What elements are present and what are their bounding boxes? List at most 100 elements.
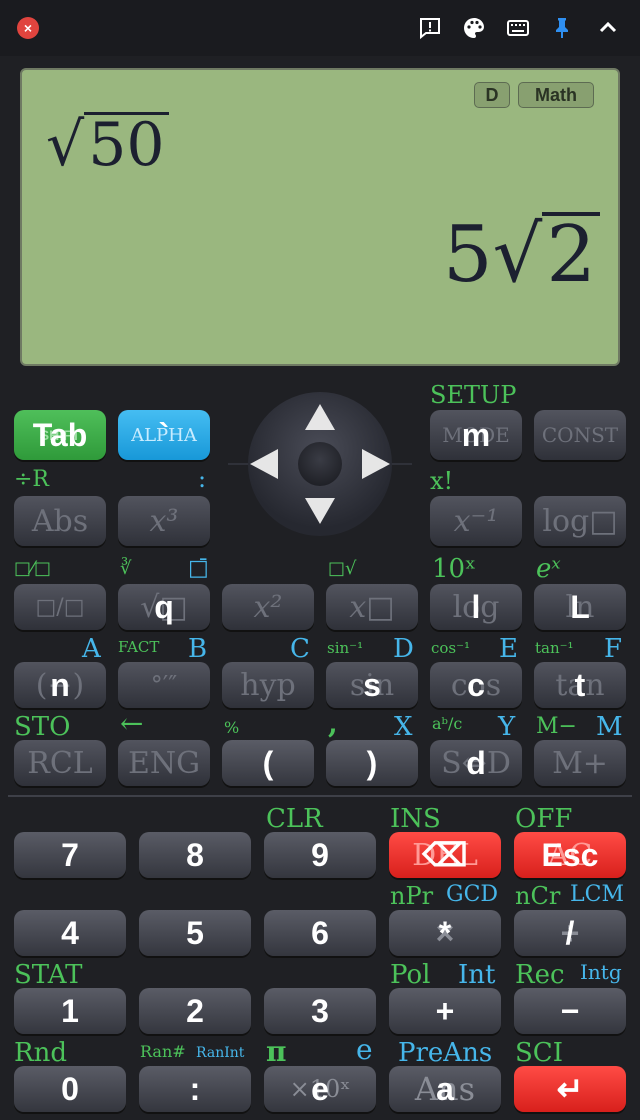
chevron-up-icon[interactable] — [594, 14, 622, 42]
label-left-arrow: ← — [120, 707, 144, 740]
exp-key[interactable]: ×10ˣ e — [264, 1066, 376, 1112]
power-key[interactable]: x□ — [326, 584, 418, 630]
label-D: D — [393, 634, 414, 664]
arrow-down-icon[interactable] — [305, 498, 335, 524]
key-8[interactable]: 8 — [139, 832, 251, 878]
right-paren-key[interactable]: ) — [326, 740, 418, 786]
log-key[interactable]: log l — [430, 584, 522, 630]
plus-key-label: + — [435, 992, 455, 1029]
rcl-key[interactable]: RCL — [14, 740, 106, 786]
abs-key[interactable]: Abs — [14, 496, 106, 546]
arrow-right-icon[interactable] — [362, 449, 390, 479]
key-1[interactable]: 1 — [14, 988, 126, 1034]
mplus-key-label: M+ — [552, 745, 608, 781]
arrow-left-icon[interactable] — [250, 449, 278, 479]
label-rec: Rec — [515, 960, 565, 990]
eng-key[interactable]: ENG — [118, 740, 210, 786]
label-rnd: Rnd — [14, 1038, 67, 1068]
inverse-key[interactable]: x⁻¹ — [430, 496, 522, 546]
sin-key[interactable]: sin s — [326, 662, 418, 708]
label-ran-hash: Ran# — [140, 1042, 186, 1061]
ln-key[interactable]: ln L — [534, 584, 626, 630]
key-4-label: 4 — [61, 914, 79, 951]
label-xroot: □√ — [328, 558, 357, 579]
key-2-label: 2 — [186, 992, 204, 1029]
key-9-label: 9 — [311, 836, 329, 873]
input-expression: √50 — [46, 110, 169, 180]
label-cos-inverse: cos⁻¹ — [431, 639, 471, 657]
label-X: X — [394, 712, 413, 742]
sqrt-key[interactable]: √□ q — [118, 584, 210, 630]
key-5[interactable]: 5 — [139, 910, 251, 956]
divide-key[interactable]: ÷ / — [514, 910, 626, 956]
left-paren-key-label: ( — [262, 744, 274, 781]
minus-key[interactable]: − — [514, 988, 626, 1034]
close-icon[interactable]: × — [17, 17, 39, 39]
label-pol: Pol — [390, 960, 431, 990]
label-intg: Intg — [580, 960, 622, 984]
direction-pad — [248, 392, 392, 536]
key-3[interactable]: 3 — [264, 988, 376, 1034]
key-7[interactable]: 7 — [14, 832, 126, 878]
calculator-app: × D Math √50 5√2 SHIFT Tab ALPHA ` MODE m — [0, 0, 640, 1120]
negative-key[interactable]: (−) n — [14, 662, 106, 708]
dms-key-label: °′″ — [150, 671, 178, 699]
arrow-up-icon[interactable] — [305, 404, 335, 430]
feedback-icon[interactable] — [416, 14, 444, 42]
logbase-key[interactable]: log□ — [534, 496, 626, 546]
key-0[interactable]: 0 — [14, 1066, 126, 1112]
const-key-label: CONST — [541, 423, 619, 447]
label-percent: % — [224, 718, 240, 737]
label-ncr: nCr — [515, 882, 561, 910]
square-key[interactable]: x² — [222, 584, 314, 630]
const-key[interactable]: CONST — [534, 410, 626, 460]
key-6[interactable]: 6 — [264, 910, 376, 956]
fraction-key-label: □/□ — [35, 594, 85, 620]
decimal-key-label: : — [189, 1070, 201, 1107]
cube-key[interactable]: x³ — [118, 496, 210, 546]
sqrt-key-overlay: q — [154, 588, 174, 625]
pin-icon[interactable] — [548, 14, 576, 42]
result-value: 5√2 — [443, 210, 600, 300]
multiply-key-overlay: * — [438, 914, 452, 951]
delete-key[interactable]: DEL ⌫ — [389, 832, 501, 878]
mode-key[interactable]: MODE m — [430, 410, 522, 460]
ac-key[interactable]: AC Esc — [514, 832, 626, 878]
mplus-key[interactable]: M+ — [534, 740, 626, 786]
label-lcm: LCM — [570, 882, 624, 907]
key-9[interactable]: 9 — [264, 832, 376, 878]
cos-key[interactable]: cos c — [430, 662, 522, 708]
multiply-key[interactable]: × * — [389, 910, 501, 956]
shift-key[interactable]: SHIFT Tab — [14, 410, 106, 460]
label-colon: : — [198, 465, 207, 493]
label-sin-inverse: sin⁻¹ — [327, 639, 364, 657]
label-pi: π — [266, 1035, 287, 1068]
log-key-overlay: l — [471, 588, 481, 625]
logbase-key-label: log□ — [542, 503, 618, 539]
key-4[interactable]: 4 — [14, 910, 126, 956]
label-m-minus: M− — [536, 714, 577, 739]
tan-key[interactable]: tan t — [534, 662, 626, 708]
label-e: e — [356, 1033, 373, 1066]
palette-icon[interactable] — [460, 14, 488, 42]
key-2[interactable]: 2 — [139, 988, 251, 1034]
alpha-key-overlay: ` — [158, 416, 170, 453]
label-preans: PreAns — [398, 1038, 493, 1068]
decimal-key[interactable]: : — [139, 1066, 251, 1112]
hyp-key[interactable]: hyp — [222, 662, 314, 708]
label-Y: Y — [498, 712, 516, 742]
keyboard-icon[interactable] — [504, 14, 532, 42]
label-A: A — [82, 634, 101, 664]
ans-key[interactable]: Ans a — [389, 1066, 501, 1112]
sd-key[interactable]: S⇔D d — [430, 740, 522, 786]
plus-key[interactable]: + — [389, 988, 501, 1034]
dms-key[interactable]: °′″ — [118, 662, 210, 708]
abs-key-label: Abs — [31, 503, 89, 539]
shift-key-overlay: Tab — [32, 416, 88, 453]
left-paren-key[interactable]: ( — [222, 740, 314, 786]
label-npr: nPr — [390, 882, 434, 910]
equals-key[interactable]: ↵ — [514, 1066, 626, 1112]
expression-radicand: 50 — [84, 112, 169, 175]
fraction-key[interactable]: □/□ — [14, 584, 106, 630]
alpha-key[interactable]: ALPHA ` — [118, 410, 210, 460]
